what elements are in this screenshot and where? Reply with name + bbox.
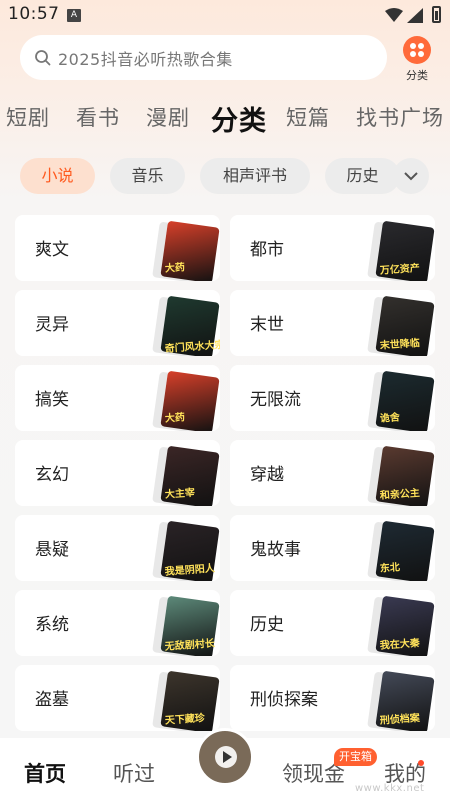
tab-book-plaza[interactable]: 找书广场	[356, 102, 444, 132]
book-cover-image: 东北	[375, 520, 435, 581]
genre-card[interactable]: 都市万亿资产	[230, 215, 435, 281]
status-time: 10:57	[8, 4, 60, 24]
genre-label: 末世	[250, 315, 284, 335]
notification-dot	[418, 760, 424, 766]
play-icon	[215, 746, 237, 768]
cover-title: 天下藏珍	[164, 713, 206, 727]
genre-label: 系统	[35, 615, 69, 635]
genre-label: 搞笑	[35, 390, 69, 410]
cover-title: 诡舍	[379, 412, 401, 425]
now-playing-button[interactable]	[196, 728, 254, 786]
book-cover-image: 我是阴阳人	[160, 520, 220, 581]
cover-title: 大药	[164, 262, 186, 275]
book-cover-image: 大主宰	[160, 445, 220, 506]
book-cover-image: 大药	[160, 220, 220, 281]
notification-icon: A	[67, 9, 81, 22]
genre-label: 都市	[250, 240, 284, 260]
tab-read-books[interactable]: 看书	[76, 102, 120, 132]
genre-card[interactable]: 灵异奇门风水大宗师	[15, 290, 220, 356]
genre-label: 穿越	[250, 465, 284, 485]
cover-title: 我是阴阳人	[164, 563, 216, 578]
genre-label: 无限流	[250, 390, 301, 410]
expand-chips-button[interactable]	[393, 158, 429, 194]
genre-label: 鬼故事	[250, 540, 301, 560]
grid-dots-icon	[403, 36, 431, 64]
status-bar: 10:57 A	[0, 0, 450, 30]
book-cover-image: 刑侦档案	[375, 670, 435, 731]
cover-title: 万亿资产	[379, 263, 421, 277]
category-button[interactable]: 分类	[397, 36, 437, 84]
category-label: 分类	[406, 69, 428, 82]
book-cover-image: 诡舍	[375, 370, 435, 431]
cover-title: 无敌剧村长	[164, 638, 216, 653]
book-cover-image: 末世降临	[375, 295, 435, 356]
cover-title: 东北	[379, 562, 401, 575]
genre-card[interactable]: 刑侦探案刑侦档案	[230, 665, 435, 731]
genre-card[interactable]: 爽文大药	[15, 215, 220, 281]
cover-title: 末世降临	[379, 338, 421, 352]
genre-label: 灵异	[35, 315, 69, 335]
chip-music[interactable]: 音乐	[110, 158, 185, 194]
book-cover-image: 和亲公主	[375, 445, 435, 506]
genre-card[interactable]: 系统无敌剧村长	[15, 590, 220, 656]
book-cover-image: 我在大秦	[375, 595, 435, 656]
genre-card[interactable]: 悬疑我是阴阳人	[15, 515, 220, 581]
treasure-badge[interactable]: 开宝箱	[334, 748, 377, 766]
cover-title: 和亲公主	[379, 488, 421, 502]
cover-title: 大主宰	[164, 487, 196, 501]
book-cover-image: 无敌剧村长	[160, 595, 220, 656]
battery-icon	[432, 6, 441, 23]
tab-comic-drama[interactable]: 漫剧	[146, 102, 190, 132]
search-placeholder: 2025抖音必听热歌合集	[58, 49, 233, 69]
genre-label: 盗墓	[35, 690, 69, 710]
book-cover-image: 天下藏珍	[160, 670, 220, 731]
genre-card[interactable]: 历史我在大秦	[230, 590, 435, 656]
watermark: www.kkx.net	[355, 783, 425, 794]
search-icon	[35, 49, 51, 65]
nav-listened[interactable]: 听过	[113, 758, 155, 788]
tab-category[interactable]: 分类	[211, 100, 267, 138]
top-tabs: 短剧 看书 漫剧 分类 短篇 找书广场	[0, 100, 450, 140]
genre-card[interactable]: 盗墓天下藏珍	[15, 665, 220, 731]
genre-label: 历史	[250, 615, 284, 635]
genre-card[interactable]: 搞笑大药	[15, 365, 220, 431]
book-cover-image: 万亿资产	[375, 220, 435, 281]
cover-title: 奇门风水大宗师	[164, 339, 220, 355]
genre-card[interactable]: 穿越和亲公主	[230, 440, 435, 506]
chip-crosstalk[interactable]: 相声评书	[200, 158, 310, 194]
cover-title: 我在大秦	[379, 638, 421, 652]
genre-label: 爽文	[35, 240, 69, 260]
search-input[interactable]: 2025抖音必听热歌合集	[20, 35, 387, 80]
signal-icon	[407, 8, 423, 23]
genre-card[interactable]: 鬼故事东北	[230, 515, 435, 581]
genre-label: 玄幻	[35, 465, 69, 485]
genre-card[interactable]: 无限流诡舍	[230, 365, 435, 431]
chevron-down-icon	[404, 172, 418, 181]
genre-card[interactable]: 玄幻大主宰	[15, 440, 220, 506]
genre-card[interactable]: 末世末世降临	[230, 290, 435, 356]
book-cover-image: 奇门风水大宗师	[160, 295, 220, 356]
tab-short-drama[interactable]: 短剧	[6, 102, 50, 132]
genre-label: 悬疑	[35, 540, 69, 560]
cover-title: 刑侦档案	[379, 713, 421, 727]
chip-history[interactable]: 历史	[325, 158, 400, 194]
wifi-icon	[385, 8, 403, 22]
tab-short-stories[interactable]: 短篇	[286, 102, 330, 132]
cover-title: 大药	[164, 412, 186, 425]
genre-label: 刑侦探案	[250, 690, 318, 710]
chip-novel[interactable]: 小说	[20, 158, 95, 194]
nav-home[interactable]: 首页	[24, 758, 66, 788]
book-cover-image: 大药	[160, 370, 220, 431]
